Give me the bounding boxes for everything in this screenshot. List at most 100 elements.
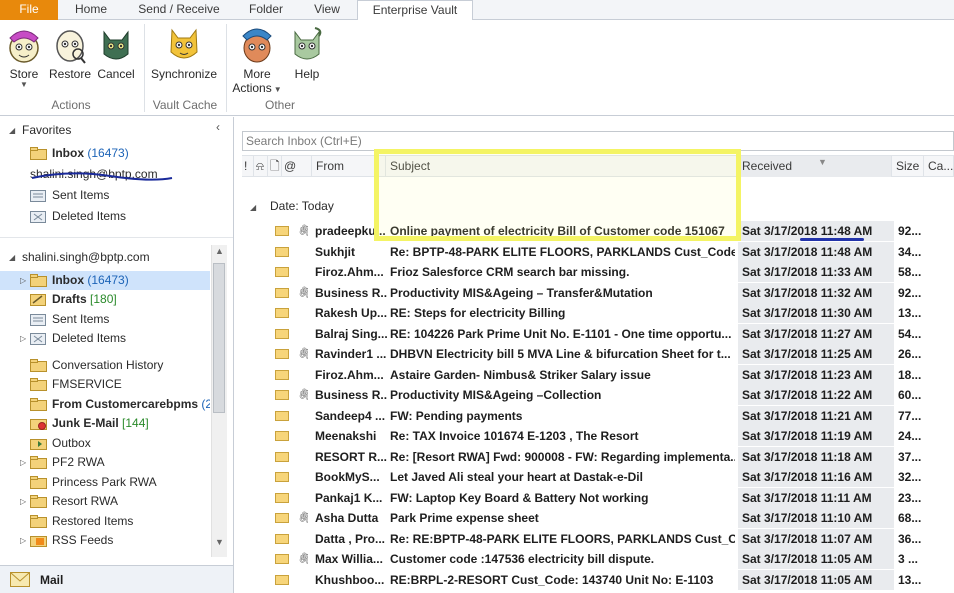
message-size: 24...	[898, 429, 922, 443]
scroll-up-icon[interactable]: ▲	[215, 246, 224, 256]
minimize-pane-icon[interactable]: ‹	[216, 120, 220, 134]
message-subject: Re: TAX Invoice 101674 E-1203 , The Reso…	[390, 429, 639, 443]
column-categories[interactable]: Ca...	[924, 156, 954, 177]
message-row[interactable]: Khushboo... RE:BRPL-2-RESORT Cust_Code: 1…	[242, 569, 954, 591]
message-row[interactable]: Pankaj1 K... FW: Laptop Key Board & Batte…	[242, 487, 954, 509]
envelope-icon	[275, 447, 291, 467]
group-header-date[interactable]: Date: Today	[270, 199, 334, 213]
mail-nav-button[interactable]: Mail	[0, 565, 233, 593]
folder-from-customercarebpms[interactable]: From Customercarebpms (21	[0, 395, 210, 414]
message-subject: Customer code :147536 electricity bill d…	[390, 552, 655, 566]
tab-home[interactable]: Home	[66, 0, 116, 20]
favorite-inbox-label: Inbox	[52, 146, 84, 160]
folder-conversation-history[interactable]: Conversation History	[0, 356, 210, 375]
icon-column-icon[interactable]: 🗋	[268, 156, 282, 177]
message-from: Sandeep4 ...	[315, 408, 386, 423]
synchronize-button[interactable]: Synchronize	[148, 22, 220, 81]
message-row[interactable]: 🖇 Max Willia... Customer code :147536 elec…	[242, 549, 954, 570]
more-actions-button[interactable]: More Actions ▼	[232, 22, 282, 95]
group-collapse-icon[interactable]: ◢	[250, 203, 256, 212]
folder-sent-items[interactable]: Sent Items	[0, 310, 210, 329]
folder-icon	[30, 274, 47, 287]
message-row[interactable]: 🖇 Business R... Productivity MIS&Ageing –C…	[242, 385, 954, 406]
expand-icon[interactable]: ▷	[20, 453, 26, 472]
message-row[interactable]: Firoz.Ahm... Astaire Garden- Nimbus& Stri…	[242, 364, 954, 386]
tab-view[interactable]: View	[304, 0, 350, 20]
message-row[interactable]: Sandeep4 ... FW: Pending payments Sat 3/17…	[242, 405, 954, 427]
folder-rss-feeds[interactable]: ▷ RSS Feeds	[0, 531, 210, 550]
message-row[interactable]: Rakesh Up... RE: Steps for electricity Bi…	[242, 303, 954, 324]
favorite-inbox-count: (16473)	[87, 146, 129, 160]
expand-icon[interactable]: ▷	[20, 492, 26, 511]
mail-icon	[10, 572, 30, 587]
folder-fmservice[interactable]: FMSERVICE	[0, 375, 210, 394]
help-button[interactable]: Help	[284, 22, 330, 81]
tab-file[interactable]: File	[0, 0, 58, 20]
folder-outbox[interactable]: Outbox	[0, 434, 210, 453]
message-from: Pankaj1 K...	[315, 490, 383, 505]
folder-icon	[30, 476, 47, 489]
favorite-sent-items[interactable]: Sent Items	[0, 186, 233, 205]
scroll-down-icon[interactable]: ▼	[215, 537, 224, 547]
message-row[interactable]: 🖇 Asha Dutta Park Prime expense sheet Sat 3…	[242, 508, 954, 529]
folder-junk-email-label: Junk E-Mail	[52, 416, 119, 430]
favorites-collapse-icon[interactable]: ◢	[9, 126, 15, 135]
envelope-icon	[275, 283, 291, 303]
folder-princess-park-rwa[interactable]: Princess Park RWA	[0, 473, 210, 492]
tab-folder[interactable]: Folder	[238, 0, 294, 20]
message-row[interactable]: 🖇 Ravinder1 ... DHBVN Electricity bill 5 M…	[242, 344, 954, 365]
folder-junk-email[interactable]: Junk E-Mail [144]	[0, 414, 210, 433]
search-input[interactable]: Search Inbox (Ctrl+E)	[242, 131, 954, 151]
tab-enterprise-vault[interactable]: Enterprise Vault	[357, 0, 473, 21]
message-row[interactable]: BookMyS... Let Javed Ali steal your heart…	[242, 467, 954, 488]
store-button[interactable]: Store ▼	[2, 22, 46, 89]
restore-button[interactable]: Restore	[48, 22, 92, 81]
folder-scrollbar-thumb[interactable]	[213, 263, 225, 413]
message-row[interactable]: Firoz.Ahm... Frioz Salesforce CRM search …	[242, 262, 954, 283]
account-header[interactable]: shalini.singh@bptp.com	[22, 250, 150, 264]
more-actions-dropdown-icon[interactable]: ▼	[274, 85, 282, 94]
favorite-deleted-items[interactable]: Deleted Items	[0, 207, 233, 226]
expand-icon[interactable]: ▷	[20, 271, 26, 290]
envelope-icon	[275, 262, 291, 282]
folder-drafts[interactable]: Drafts [180]	[0, 290, 210, 309]
store-dropdown-icon[interactable]: ▼	[2, 81, 46, 89]
account-collapse-icon[interactable]: ◢	[9, 253, 15, 262]
folder-drafts-label: Drafts	[52, 292, 87, 306]
restore-label: Restore	[48, 67, 92, 81]
message-row[interactable]: RESORT R... Re: [Resort RWA] Fwd: 900008 …	[242, 446, 954, 468]
envelope-icon	[275, 303, 291, 323]
outbox-icon	[30, 439, 47, 450]
folder-restored-items[interactable]: Restored Items	[0, 512, 210, 531]
folder-pf2-rwa[interactable]: ▷ PF2 RWA	[0, 453, 210, 472]
message-from: BookMyS...	[315, 470, 380, 484]
column-received[interactable]: Received	[738, 156, 892, 177]
message-row[interactable]: Meenakshi Re: TAX Invoice 101674 E-1203 ,…	[242, 426, 954, 447]
message-from: RESORT R...	[315, 449, 387, 464]
attachment-icon: 🖇	[298, 225, 308, 237]
cancel-button[interactable]: Cancel	[94, 22, 138, 81]
attachment-column-icon[interactable]: @	[282, 156, 312, 177]
message-row[interactable]: Datta , Pro... Re: RE:BPTP-48-PARK ELITE …	[242, 528, 954, 550]
folder-restored-items-label: Restored Items	[52, 514, 134, 528]
folder-resort-rwa[interactable]: ▷ Resort RWA	[0, 492, 210, 511]
restore-icon	[56, 30, 86, 64]
message-row[interactable]: Balraj Sing... RE: 104226 Park Prime Unit…	[242, 323, 954, 345]
tab-send-receive[interactable]: Send / Receive	[130, 0, 228, 20]
message-subject: FW: Pending payments	[390, 408, 523, 423]
folder-deleted-items[interactable]: ▷ Deleted Items	[0, 329, 210, 348]
column-size[interactable]: Size	[892, 156, 924, 177]
favorites-header[interactable]: Favorites	[22, 123, 71, 137]
message-row[interactable]: Sukhjit Re: BPTP-48-PARK ELITE FLOORS, PA…	[242, 241, 954, 263]
message-from: Khushboo...	[315, 572, 385, 587]
expand-icon[interactable]: ▷	[20, 329, 26, 348]
message-subject: Park Prime expense sheet	[390, 511, 539, 525]
expand-icon[interactable]: ▷	[20, 531, 26, 550]
message-received: Sat 3/17/2018 11:32 AM	[738, 282, 894, 303]
reminder-column-icon[interactable]: ⍾	[254, 156, 268, 177]
folder-inbox[interactable]: ▷ Inbox (16473)	[0, 271, 210, 290]
envelope-icon	[275, 406, 291, 426]
importance-column-icon[interactable]: !	[242, 156, 254, 177]
message-row[interactable]: 🖇 Business R... Productivity MIS&Ageing – …	[242, 282, 954, 304]
favorite-inbox[interactable]: Inbox (16473)	[0, 144, 233, 163]
